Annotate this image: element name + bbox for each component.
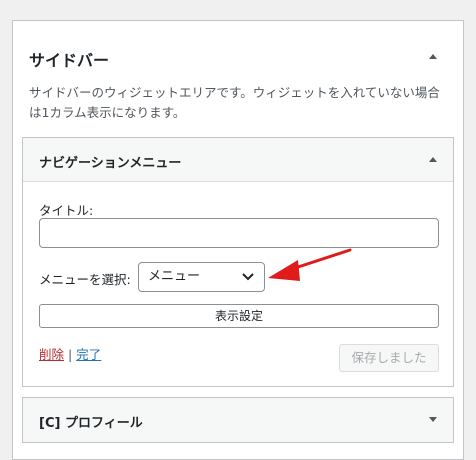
widget-actions: 削除 | 完了 — [39, 344, 101, 363]
sidebar-widget-area: サイドバー サイドバーのウィジェットエリアです。ウィジェットを入れていない場合は… — [12, 20, 464, 460]
menu-select-label: メニューを選択: — [39, 272, 131, 287]
delete-link[interactable]: 削除 — [39, 347, 64, 362]
widget-title: ナビゲーションメニュー — [39, 156, 182, 171]
widget-header[interactable]: [C] プロフィール — [23, 398, 453, 442]
sidebar-description: サイドバーのウィジェットエリアです。ウィジェットを入れていない場合は1カラム表示… — [29, 85, 440, 120]
chevron-down-icon — [242, 273, 254, 281]
widget-title: [C] プロフィール — [39, 416, 143, 431]
title-label: タイトル: — [39, 203, 94, 218]
sidebar-title: サイドバー — [29, 51, 110, 70]
menu-select-value: メニュー — [148, 269, 201, 284]
navigation-menu-widget: ナビゲーションメニュー タイトル: メニューを選択: メニュー 表示設定 削除 |… — [22, 137, 454, 387]
caret-down-icon[interactable] — [429, 417, 437, 422]
display-settings-button[interactable]: 表示設定 — [39, 304, 439, 328]
widget-header[interactable]: ナビゲーションメニュー — [23, 138, 453, 182]
caret-up-icon[interactable] — [429, 54, 437, 59]
caret-up-icon[interactable] — [429, 157, 437, 162]
red-arrow-icon — [268, 248, 352, 281]
saved-button[interactable]: 保存しました — [339, 344, 439, 372]
title-input[interactable] — [39, 218, 439, 248]
profile-widget: [C] プロフィール — [22, 397, 454, 443]
done-link[interactable]: 完了 — [76, 347, 101, 362]
menu-select[interactable]: メニュー — [138, 262, 265, 292]
separator: | — [68, 347, 73, 362]
